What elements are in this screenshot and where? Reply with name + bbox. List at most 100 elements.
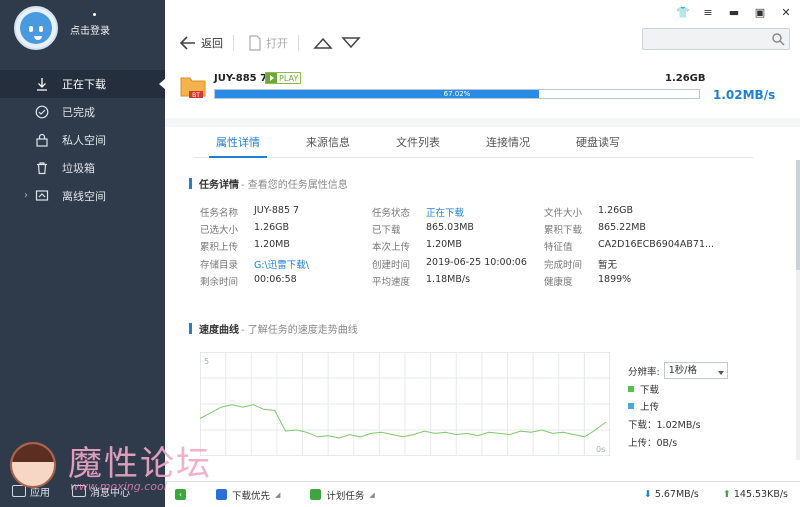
total-upload-speed-value: 145.53KB/s [733,489,788,500]
speed-curve-title: 速度曲线 [199,325,239,336]
detail-key: 已下载 [372,225,401,237]
detail-value[interactable]: G:\迅雷下载\ [254,257,309,274]
resolution-select[interactable]: 1秒/格 [663,362,728,379]
back-button[interactable]: 返回 [179,35,223,51]
tab-file-list[interactable]: 文件列表 [373,130,463,157]
play-label: PLAY [279,73,299,83]
skin-icon[interactable]: 👕 [676,6,690,19]
sidebar-item-private-space[interactable]: 私人空间 [0,126,165,154]
detail-value: 1.20MB [254,239,290,251]
message-icon [72,485,86,497]
speed-curve-heading: 速度曲线 - 了解任务的速度走势曲线 [189,321,358,336]
search-icon[interactable] [771,32,785,46]
detail-key: 任务名称 [200,208,239,219]
triangle-down-icon [341,37,361,49]
sidebar-item-offline-space[interactable]: › 离线空间 [0,182,165,210]
legend-upload: 上传 [628,399,798,413]
detail-value: 00:06:58 [254,273,297,285]
detail-cell: 累积下载 865.22MB [544,222,716,239]
task-details-heading: 任务详情 - 查看您的任务属性信息 [189,176,348,191]
scheduled-tasks-button[interactable]: 计划任务 ◢ [310,488,375,502]
scrollbar-thumb[interactable] [796,160,800,270]
tab-connections[interactable]: 连接情况 [463,130,553,157]
heading-accent [189,323,192,334]
apps-button[interactable]: 应用 [12,484,50,499]
task-row[interactable]: BT JUY-885 7 PLAY 1.26GB 67.02% 1.02MB/s [165,66,800,106]
sidebar-item-label: 正在下载 [62,78,106,91]
task-details-title: 任务详情 [199,180,239,191]
detail-value: 暂无 [598,259,618,271]
detail-key: 已选大小 [200,225,239,237]
chevron-down-icon: ◢ [275,490,281,499]
toolbar: 返回 打开 [165,28,800,58]
play-icon [266,73,277,83]
download-priority-label: 下载优先 [232,490,271,502]
task-details-grid: 任务名称 JUY-885 7 任务状态 正在下载 文件大小 1.26GB 已选大小 1.26G… [200,205,760,291]
chart-legend: 分辨率: 1秒/格 下载 上传 下载：1.02MB/s 上传：0B/s [628,362,798,449]
message-center-button[interactable]: 消息中心 [72,484,130,499]
detail-row: 存储目录 G:\迅雷下载\ 创建时间 2019-06-25 10:00:06 完成时间 暂… [200,257,760,274]
detail-value: 1.26GB [254,222,290,234]
tab-disk-io[interactable]: 硬盘读写 [553,130,643,157]
detail-cell: 任务名称 JUY-885 7 [200,205,372,222]
detail-key: 剩余时间 [200,276,239,288]
message-center-label: 消息中心 [90,487,130,499]
avatar[interactable] [14,6,58,50]
close-icon[interactable]: ✕ [780,6,792,19]
minimize-icon[interactable]: ▬ [728,6,740,19]
detail-cell: 剩余时间 00:06:58 [200,274,372,291]
sidebar-item-downloading[interactable]: 正在下载 [0,70,166,98]
sidebar-item-label: 私人空间 [62,134,106,147]
detail-row: 已选大小 1.26GB 已下载 865.03MB 累积下载 865.22MB [200,222,760,239]
back-label: 返回 [201,37,223,50]
legend-swatch-download [628,386,634,392]
maximize-icon[interactable]: ▣ [754,6,766,19]
total-download-speed-value: 5.67MB/s [654,489,699,500]
detail-key: 存储目录 [200,259,239,271]
detail-key: 文件大小 [544,208,583,219]
detail-key: 特征值 [544,242,573,254]
speed-curve-subtitle: - 了解任务的速度走势曲线 [241,325,358,336]
status-bar: ‹ 下载优先 ◢ 计划任务 ◢ ⬇ 5.67MB/s ⬆ 145.53KB/s [165,481,800,507]
move-up-button[interactable] [313,36,333,50]
upload-speed-stat: 上传：0B/s [628,438,678,449]
detail-cell: 任务状态 正在下载 [372,205,544,222]
document-icon [249,35,261,51]
sidebar-item-trash[interactable]: 垃圾箱 [0,154,165,182]
detail-key: 健康度 [544,276,573,288]
schedule-icon [310,489,322,500]
collapse-button[interactable]: ‹ [175,489,186,500]
chart-x-end-label: 0s [596,445,605,454]
download-priority-button[interactable]: 下载优先 ◢ [216,488,280,502]
detail-cell: 本次上传 1.20MB [372,239,544,256]
detail-row: 剩余时间 00:06:58 平均速度 1.18MB/s 健康度 1899% [200,274,760,291]
open-button[interactable]: 打开 [248,35,288,51]
detail-value: JUY-885 7 [254,205,300,216]
profile-area: 点击登录 [0,0,165,64]
resolution-row: 分辨率: 1秒/格 [628,362,798,379]
detail-cell: 平均速度 1.18MB/s [372,274,544,291]
detail-row: 任务名称 JUY-885 7 任务状态 正在下载 文件大小 1.26GB [200,205,760,222]
tab-source-info[interactable]: 来源信息 [283,130,373,157]
login-link[interactable]: 点击登录 [70,22,110,37]
detail-value: 1.20MB [426,239,462,251]
check-circle-icon [35,105,49,119]
move-down-button[interactable] [341,36,361,50]
chevron-right-icon[interactable]: › [24,190,28,201]
collapse-left-icon: ‹ [175,489,186,500]
chart-y-top-label: 5 [204,357,209,366]
detail-row: 累积上传 1.20MB 本次上传 1.20MB 特征值 CA2D16ECB6904AB71… [200,239,760,256]
play-button[interactable]: PLAY [265,72,302,84]
menu-icon[interactable]: ≡ [702,6,714,19]
task-details-subtitle: - 查看您的任务属性信息 [241,180,348,191]
task-size: 1.26GB [665,73,706,84]
search-input[interactable] [643,29,763,49]
legend-download: 下载 [628,382,798,396]
detail-cell: 累积上传 1.20MB [200,239,372,256]
lock-icon [36,133,48,147]
detail-value: 865.22MB [598,222,646,234]
detail-value[interactable]: 正在下载 [426,205,464,222]
sidebar-item-completed[interactable]: 已完成 [0,98,165,126]
tab-properties[interactable]: 属性详情 [193,130,283,158]
detail-cell: 已选大小 1.26GB [200,222,372,239]
